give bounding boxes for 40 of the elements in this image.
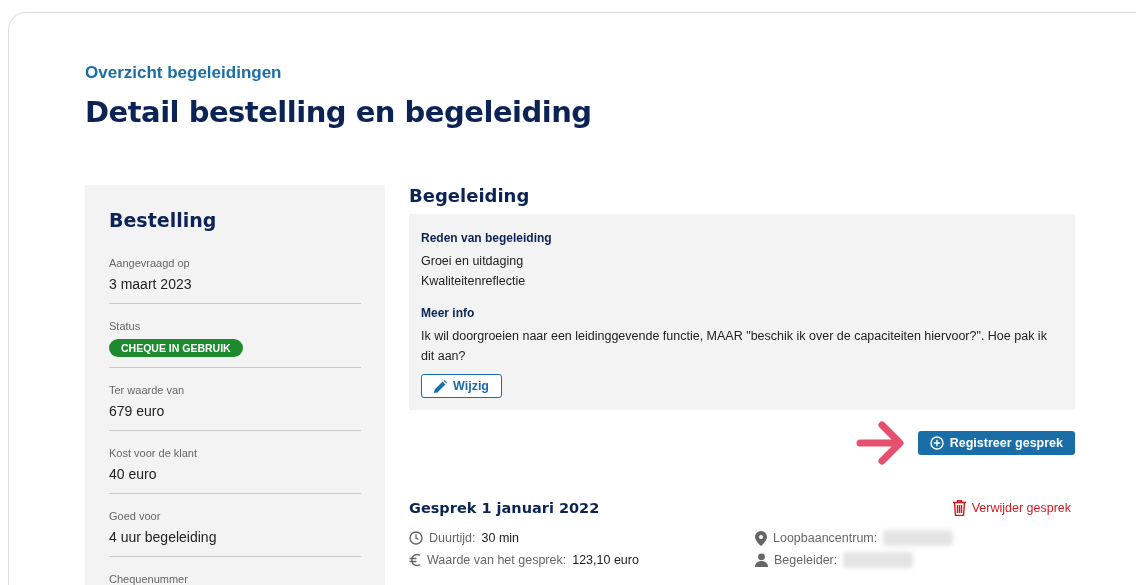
reason-label: Reden van begeleiding [421, 231, 552, 245]
panel-heading: Bestelling [109, 209, 218, 231]
redacted-value [843, 552, 914, 568]
detail-label: Duurtijd: [429, 531, 476, 545]
clock-icon [409, 531, 423, 545]
register-button[interactable]: Registreer gesprek [917, 431, 1075, 455]
reason-text: Groei en uitdaging [421, 253, 525, 270]
field-label: Ter waarde van [109, 384, 185, 396]
field-value: 3 maart 2023 [109, 276, 192, 292]
field-label: Kost voor de klant [109, 447, 198, 459]
status-badge: CHEQUE IN GEBRUIK [109, 339, 243, 357]
info-label: Meer info [421, 306, 475, 320]
breadcrumb-link[interactable]: Overzicht begeleidingen [85, 63, 282, 83]
conversation-title: Gesprek 1 januari 2022 [409, 500, 600, 516]
location-pin-icon [755, 530, 767, 546]
person-icon [755, 553, 768, 567]
field-label: Status [109, 320, 141, 332]
detail-label: Waarde van het gesprek: [427, 553, 567, 567]
info-text: Ik wil doorgroeien naar een leidinggevende functie, MAAR "beschik ik over de capaciteiten hiervoor?". Hoe pak ik dit aan? [421, 328, 1048, 365]
section-heading: Begeleiding [409, 185, 531, 206]
pencil-icon [434, 379, 447, 393]
field-value: 40 euro [109, 466, 157, 482]
reason-text: Kwaliteitenreflectie [421, 273, 527, 290]
page-title: Detail bestelling en begeleiding [85, 95, 593, 129]
field-label: Chequenummer [109, 573, 188, 585]
euro-icon [409, 553, 421, 567]
plus-circle-icon [929, 436, 944, 450]
field-label: Goed voor [109, 510, 161, 522]
detail-value: 123,10 euro [572, 553, 639, 567]
field-value: 4 uur begeleiding [109, 529, 217, 545]
redacted-value [883, 530, 954, 546]
pointer-arrow [855, 420, 906, 466]
field-value: 679 euro [109, 403, 165, 419]
detail-label: Loopbaancentrum: [773, 531, 878, 545]
detail-value: 30 min [481, 531, 520, 545]
edit-button[interactable]: Wijzig [421, 374, 502, 398]
detail-label: Begeleider: [774, 553, 838, 567]
trash-icon [952, 500, 966, 516]
field-label: Aangevraagd op [109, 257, 190, 269]
delete-link[interactable]: Verwijder gesprek [952, 500, 1071, 516]
